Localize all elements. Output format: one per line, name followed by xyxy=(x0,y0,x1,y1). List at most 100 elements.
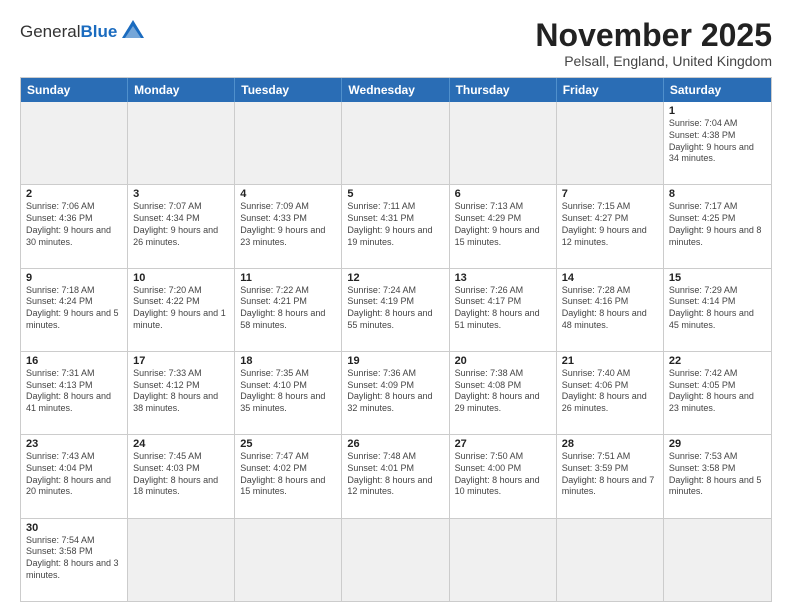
day-number: 20 xyxy=(455,355,551,367)
calendar-cell-3-5: 13Sunrise: 7:26 AM Sunset: 4:17 PM Dayli… xyxy=(450,269,557,351)
calendar-cell-2-1: 2Sunrise: 7:06 AM Sunset: 4:36 PM Daylig… xyxy=(21,185,128,267)
header-friday: Friday xyxy=(557,78,664,102)
day-info: Sunrise: 7:22 AM Sunset: 4:21 PM Dayligh… xyxy=(240,285,336,332)
calendar-cell-3-1: 9Sunrise: 7:18 AM Sunset: 4:24 PM Daylig… xyxy=(21,269,128,351)
day-info: Sunrise: 7:20 AM Sunset: 4:22 PM Dayligh… xyxy=(133,285,229,332)
day-info: Sunrise: 7:36 AM Sunset: 4:09 PM Dayligh… xyxy=(347,368,443,415)
page-title: November 2025 xyxy=(535,18,772,53)
page-subtitle: Pelsall, England, United Kingdom xyxy=(535,53,772,69)
day-info: Sunrise: 7:54 AM Sunset: 3:58 PM Dayligh… xyxy=(26,535,122,582)
calendar-cell-6-2 xyxy=(128,519,235,601)
day-number: 4 xyxy=(240,188,336,200)
calendar-cell-1-4 xyxy=(342,102,449,184)
day-number: 24 xyxy=(133,438,229,450)
calendar-cell-5-1: 23Sunrise: 7:43 AM Sunset: 4:04 PM Dayli… xyxy=(21,435,128,517)
day-info: Sunrise: 7:18 AM Sunset: 4:24 PM Dayligh… xyxy=(26,285,122,332)
calendar-cell-4-7: 22Sunrise: 7:42 AM Sunset: 4:05 PM Dayli… xyxy=(664,352,771,434)
page: GeneralBlue November 2025 Pelsall, Engla… xyxy=(0,0,792,612)
calendar-cell-6-3 xyxy=(235,519,342,601)
calendar-cell-5-2: 24Sunrise: 7:45 AM Sunset: 4:03 PM Dayli… xyxy=(128,435,235,517)
calendar-header-row: Sunday Monday Tuesday Wednesday Thursday… xyxy=(21,78,771,102)
day-number: 25 xyxy=(240,438,336,450)
header: GeneralBlue November 2025 Pelsall, Engla… xyxy=(20,18,772,69)
day-info: Sunrise: 7:31 AM Sunset: 4:13 PM Dayligh… xyxy=(26,368,122,415)
day-info: Sunrise: 7:50 AM Sunset: 4:00 PM Dayligh… xyxy=(455,451,551,498)
calendar-cell-3-3: 11Sunrise: 7:22 AM Sunset: 4:21 PM Dayli… xyxy=(235,269,342,351)
calendar-cell-2-5: 6Sunrise: 7:13 AM Sunset: 4:29 PM Daylig… xyxy=(450,185,557,267)
day-number: 11 xyxy=(240,272,336,284)
day-number: 16 xyxy=(26,355,122,367)
day-info: Sunrise: 7:09 AM Sunset: 4:33 PM Dayligh… xyxy=(240,201,336,248)
calendar-body: 1Sunrise: 7:04 AM Sunset: 4:38 PM Daylig… xyxy=(21,102,771,601)
day-number: 1 xyxy=(669,105,766,117)
header-thursday: Thursday xyxy=(450,78,557,102)
calendar-week-3: 9Sunrise: 7:18 AM Sunset: 4:24 PM Daylig… xyxy=(21,268,771,351)
day-info: Sunrise: 7:45 AM Sunset: 4:03 PM Dayligh… xyxy=(133,451,229,498)
calendar-cell-1-3 xyxy=(235,102,342,184)
day-info: Sunrise: 7:48 AM Sunset: 4:01 PM Dayligh… xyxy=(347,451,443,498)
header-tuesday: Tuesday xyxy=(235,78,342,102)
calendar-cell-3-2: 10Sunrise: 7:20 AM Sunset: 4:22 PM Dayli… xyxy=(128,269,235,351)
calendar-cell-1-2 xyxy=(128,102,235,184)
calendar-cell-1-6 xyxy=(557,102,664,184)
calendar-cell-5-7: 29Sunrise: 7:53 AM Sunset: 3:58 PM Dayli… xyxy=(664,435,771,517)
logo-triangle-icon xyxy=(122,18,144,45)
calendar-cell-6-5 xyxy=(450,519,557,601)
day-number: 5 xyxy=(347,188,443,200)
day-number: 19 xyxy=(347,355,443,367)
day-info: Sunrise: 7:29 AM Sunset: 4:14 PM Dayligh… xyxy=(669,285,766,332)
logo: GeneralBlue xyxy=(20,18,144,45)
day-number: 8 xyxy=(669,188,766,200)
header-wednesday: Wednesday xyxy=(342,78,449,102)
day-number: 12 xyxy=(347,272,443,284)
calendar-cell-1-7: 1Sunrise: 7:04 AM Sunset: 4:38 PM Daylig… xyxy=(664,102,771,184)
day-number: 9 xyxy=(26,272,122,284)
calendar-cell-4-3: 18Sunrise: 7:35 AM Sunset: 4:10 PM Dayli… xyxy=(235,352,342,434)
day-number: 28 xyxy=(562,438,658,450)
day-number: 17 xyxy=(133,355,229,367)
day-number: 29 xyxy=(669,438,766,450)
title-block: November 2025 Pelsall, England, United K… xyxy=(535,18,772,69)
calendar-cell-4-2: 17Sunrise: 7:33 AM Sunset: 4:12 PM Dayli… xyxy=(128,352,235,434)
calendar-cell-2-3: 4Sunrise: 7:09 AM Sunset: 4:33 PM Daylig… xyxy=(235,185,342,267)
day-number: 3 xyxy=(133,188,229,200)
header-sunday: Sunday xyxy=(21,78,128,102)
day-info: Sunrise: 7:24 AM Sunset: 4:19 PM Dayligh… xyxy=(347,285,443,332)
day-info: Sunrise: 7:43 AM Sunset: 4:04 PM Dayligh… xyxy=(26,451,122,498)
day-info: Sunrise: 7:06 AM Sunset: 4:36 PM Dayligh… xyxy=(26,201,122,248)
logo-text: GeneralBlue xyxy=(20,22,117,42)
day-number: 13 xyxy=(455,272,551,284)
calendar-week-4: 16Sunrise: 7:31 AM Sunset: 4:13 PM Dayli… xyxy=(21,351,771,434)
day-info: Sunrise: 7:51 AM Sunset: 3:59 PM Dayligh… xyxy=(562,451,658,498)
calendar: Sunday Monday Tuesday Wednesday Thursday… xyxy=(20,77,772,602)
calendar-week-2: 2Sunrise: 7:06 AM Sunset: 4:36 PM Daylig… xyxy=(21,184,771,267)
calendar-week-6: 30Sunrise: 7:54 AM Sunset: 3:58 PM Dayli… xyxy=(21,518,771,601)
day-number: 7 xyxy=(562,188,658,200)
calendar-cell-4-5: 20Sunrise: 7:38 AM Sunset: 4:08 PM Dayli… xyxy=(450,352,557,434)
day-info: Sunrise: 7:15 AM Sunset: 4:27 PM Dayligh… xyxy=(562,201,658,248)
day-number: 27 xyxy=(455,438,551,450)
header-monday: Monday xyxy=(128,78,235,102)
calendar-cell-3-4: 12Sunrise: 7:24 AM Sunset: 4:19 PM Dayli… xyxy=(342,269,449,351)
calendar-cell-1-1 xyxy=(21,102,128,184)
calendar-cell-6-1: 30Sunrise: 7:54 AM Sunset: 3:58 PM Dayli… xyxy=(21,519,128,601)
day-number: 10 xyxy=(133,272,229,284)
calendar-week-5: 23Sunrise: 7:43 AM Sunset: 4:04 PM Dayli… xyxy=(21,434,771,517)
calendar-cell-3-6: 14Sunrise: 7:28 AM Sunset: 4:16 PM Dayli… xyxy=(557,269,664,351)
day-info: Sunrise: 7:38 AM Sunset: 4:08 PM Dayligh… xyxy=(455,368,551,415)
day-info: Sunrise: 7:17 AM Sunset: 4:25 PM Dayligh… xyxy=(669,201,766,248)
day-info: Sunrise: 7:11 AM Sunset: 4:31 PM Dayligh… xyxy=(347,201,443,248)
calendar-cell-2-7: 8Sunrise: 7:17 AM Sunset: 4:25 PM Daylig… xyxy=(664,185,771,267)
calendar-cell-6-4 xyxy=(342,519,449,601)
calendar-cell-4-4: 19Sunrise: 7:36 AM Sunset: 4:09 PM Dayli… xyxy=(342,352,449,434)
day-info: Sunrise: 7:40 AM Sunset: 4:06 PM Dayligh… xyxy=(562,368,658,415)
day-info: Sunrise: 7:35 AM Sunset: 4:10 PM Dayligh… xyxy=(240,368,336,415)
day-number: 18 xyxy=(240,355,336,367)
calendar-cell-1-5 xyxy=(450,102,557,184)
day-number: 2 xyxy=(26,188,122,200)
day-number: 23 xyxy=(26,438,122,450)
day-number: 6 xyxy=(455,188,551,200)
day-info: Sunrise: 7:13 AM Sunset: 4:29 PM Dayligh… xyxy=(455,201,551,248)
day-info: Sunrise: 7:07 AM Sunset: 4:34 PM Dayligh… xyxy=(133,201,229,248)
calendar-cell-6-6 xyxy=(557,519,664,601)
